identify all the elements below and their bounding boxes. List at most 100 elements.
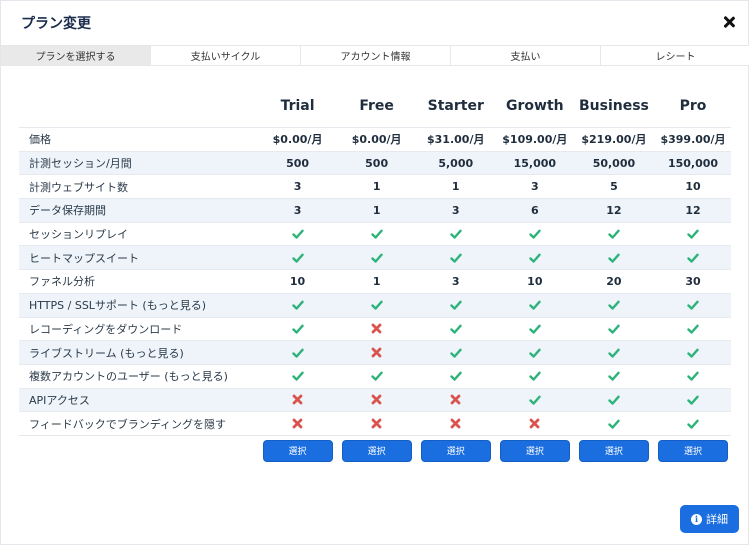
check-icon (291, 229, 304, 239)
feature-cell-value: 3 (531, 180, 539, 194)
select-pro-button[interactable]: 選択 (658, 439, 729, 462)
feature-cell-value: 3 (451, 203, 460, 217)
button-spacer (19, 440, 258, 462)
feature-cell-included (653, 252, 732, 264)
feature-cell-included (653, 228, 732, 240)
feature-cell-included (495, 347, 574, 359)
feature-cell-value: $219.00/月 (581, 133, 647, 147)
feature-cell-excluded (337, 347, 416, 358)
plan-name-pro: Pro (679, 98, 707, 114)
feature-label: ヒートマップスイート (29, 251, 139, 265)
check-icon (687, 395, 699, 405)
feature-label: APIアクセス (29, 393, 90, 407)
feature-row: 価格 $0.00/月 $0.00/月 $31.00/月 $109.00/月 $219.00… (19, 128, 731, 152)
select-button-cell: 選択 (495, 439, 574, 462)
check-icon (450, 371, 462, 381)
feature-cell-value: 5,000 (438, 156, 474, 170)
feature-cell-excluded (337, 394, 416, 405)
check-icon (450, 348, 462, 358)
feature-cell-value: $0.00/月 (351, 133, 402, 147)
select-business-button[interactable]: 選択 (578, 439, 649, 462)
tab-4[interactable]: レシート (601, 46, 749, 65)
feature-cell-included (653, 299, 732, 311)
feature-cell-included (653, 323, 732, 335)
detail-button[interactable]: i 詳細 (680, 505, 739, 533)
feature-label: HTTPS / SSLサポート (もっと見る) (29, 299, 207, 313)
check-icon (608, 395, 620, 405)
feature-cell-excluded (416, 418, 495, 429)
cross-icon (371, 418, 382, 429)
feature-cell-included (416, 252, 495, 264)
feature-cell-included (258, 370, 337, 382)
feature-label: フィードバックでブランディングを隠す (29, 417, 227, 431)
tab-3[interactable]: 支払い (451, 46, 601, 65)
select-trial-button[interactable]: 選択 (262, 439, 333, 462)
header-spacer (19, 91, 258, 127)
feature-cell-included (495, 252, 574, 264)
check-icon (687, 229, 699, 239)
check-icon (529, 348, 541, 358)
check-icon (450, 324, 462, 334)
detail-button-label: 詳細 (706, 513, 728, 526)
feature-cell-included (337, 299, 416, 311)
feature-cell-included (574, 299, 653, 311)
feature-rows: 価格 $0.00/月 $0.00/月 $31.00/月 $109.00/月 $219.00… (19, 128, 731, 436)
feature-cell-included (495, 323, 574, 335)
feature-label: 計測ウェブサイト数 (29, 180, 128, 194)
modal-title: プラン変更 (21, 16, 91, 32)
select-button-cell: 選択 (337, 439, 416, 462)
select-starter-button[interactable]: 選択 (420, 439, 491, 462)
feature-cell-included (495, 299, 574, 311)
feature-cell-included (258, 347, 337, 359)
feature-cell-value: 1 (372, 180, 381, 194)
check-icon (291, 324, 304, 334)
feature-cell-included (416, 323, 495, 335)
select-button-cell: 選択 (416, 439, 495, 462)
feature-cell-included (653, 370, 732, 382)
close-icon[interactable] (722, 15, 736, 29)
select-growth-button[interactable]: 選択 (499, 439, 570, 462)
feature-cell-value: 3 (293, 180, 302, 194)
feature-cell-included (416, 370, 495, 382)
step-tabs: プランを選択する 支払いサイクル アカウント情報 支払い レシート (1, 45, 749, 66)
feature-label: ライブストリーム (もっと見る) (29, 346, 184, 360)
feature-cell-included (416, 347, 495, 359)
tab-2[interactable]: アカウント情報 (301, 46, 451, 65)
check-icon (291, 371, 304, 381)
feature-label: 計測セッション/月間 (29, 157, 132, 171)
check-icon (529, 395, 541, 405)
feature-cell-value: 1 (451, 180, 460, 194)
feature-label: データ保存期間 (29, 204, 106, 218)
feature-cell-value: 30 (685, 274, 701, 288)
feature-cell-included (653, 347, 732, 359)
feature-cell-value: 1 (372, 203, 381, 217)
plan-comparison-table: Trial Free Starter Growth Business Pro 価格 $0.0… (19, 91, 731, 462)
feature-cell-included (574, 394, 653, 406)
cross-icon (371, 347, 382, 358)
feature-cell-value: 10 (685, 180, 701, 194)
feature-cell-excluded (337, 323, 416, 334)
feature-cell-value: 5 (610, 180, 618, 194)
check-icon (687, 419, 699, 429)
select-free-button[interactable]: 選択 (341, 439, 412, 462)
feature-label: レコーディングをダウンロード (29, 322, 183, 336)
check-icon (370, 300, 383, 310)
tab-0[interactable]: プランを選択する (1, 46, 151, 65)
feature-row: ファネル分析 10 1 3 10 20 30 (19, 270, 731, 294)
feature-row: レコーディングをダウンロード (19, 318, 731, 342)
feature-cell-value: 20 (606, 274, 622, 288)
feature-row: ヒートマップスイート (19, 246, 732, 271)
feature-cell-included (258, 299, 337, 311)
feature-row: フィードバックでブランディングを隠す (19, 412, 731, 436)
feature-cell-value: 3 (451, 274, 460, 288)
feature-row: APIアクセス (19, 388, 731, 413)
modal-header: プラン変更 (1, 1, 749, 45)
cross-icon (292, 395, 303, 405)
feature-cell-included (574, 418, 653, 430)
check-icon (370, 371, 383, 381)
feature-cell-value: 12 (606, 203, 622, 217)
feature-cell-included (574, 228, 653, 240)
tab-1[interactable]: 支払いサイクル (151, 46, 301, 65)
feature-label: セッションリプレイ (29, 228, 128, 242)
check-icon (687, 253, 699, 263)
